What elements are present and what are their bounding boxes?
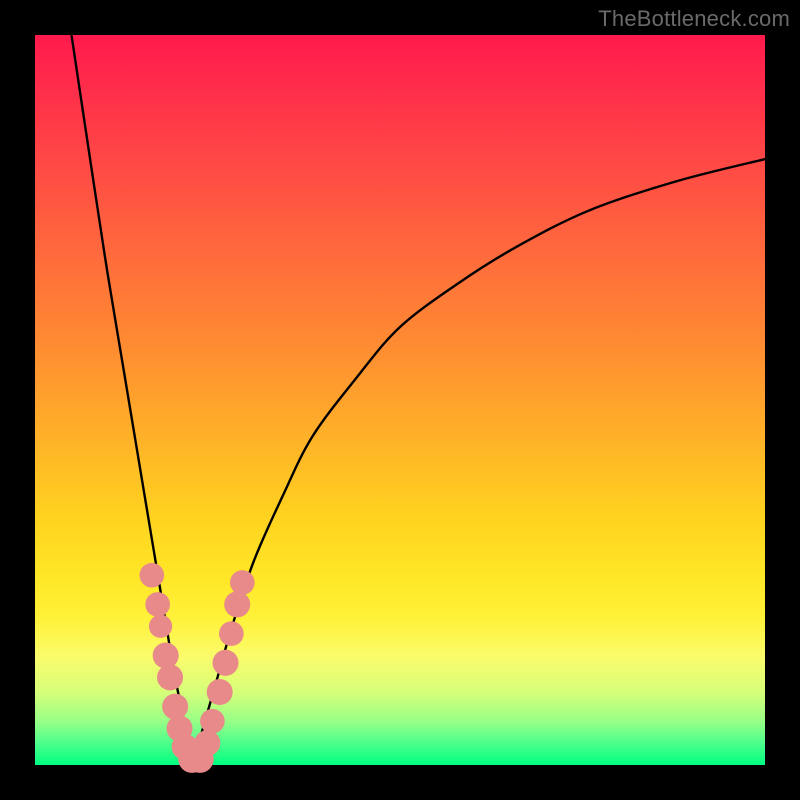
- chart-plot-area: [35, 35, 765, 765]
- chart-svg: [35, 35, 765, 765]
- data-marker: [230, 570, 255, 595]
- data-marker: [200, 709, 225, 734]
- data-marker: [162, 694, 188, 720]
- chart-frame: TheBottleneck.com: [0, 0, 800, 800]
- watermark-text: TheBottleneck.com: [598, 6, 790, 32]
- data-marker: [207, 679, 233, 705]
- data-marker: [219, 621, 244, 646]
- data-marker: [224, 591, 250, 617]
- data-marker: [213, 650, 239, 676]
- data-marker: [194, 730, 220, 756]
- data-marker: [145, 592, 170, 617]
- data-marker: [149, 615, 172, 638]
- data-marker: [139, 563, 164, 588]
- data-marker: [153, 642, 179, 668]
- curve-right-branch: [192, 159, 765, 765]
- data-marker: [157, 664, 183, 690]
- marker-group: [139, 563, 254, 773]
